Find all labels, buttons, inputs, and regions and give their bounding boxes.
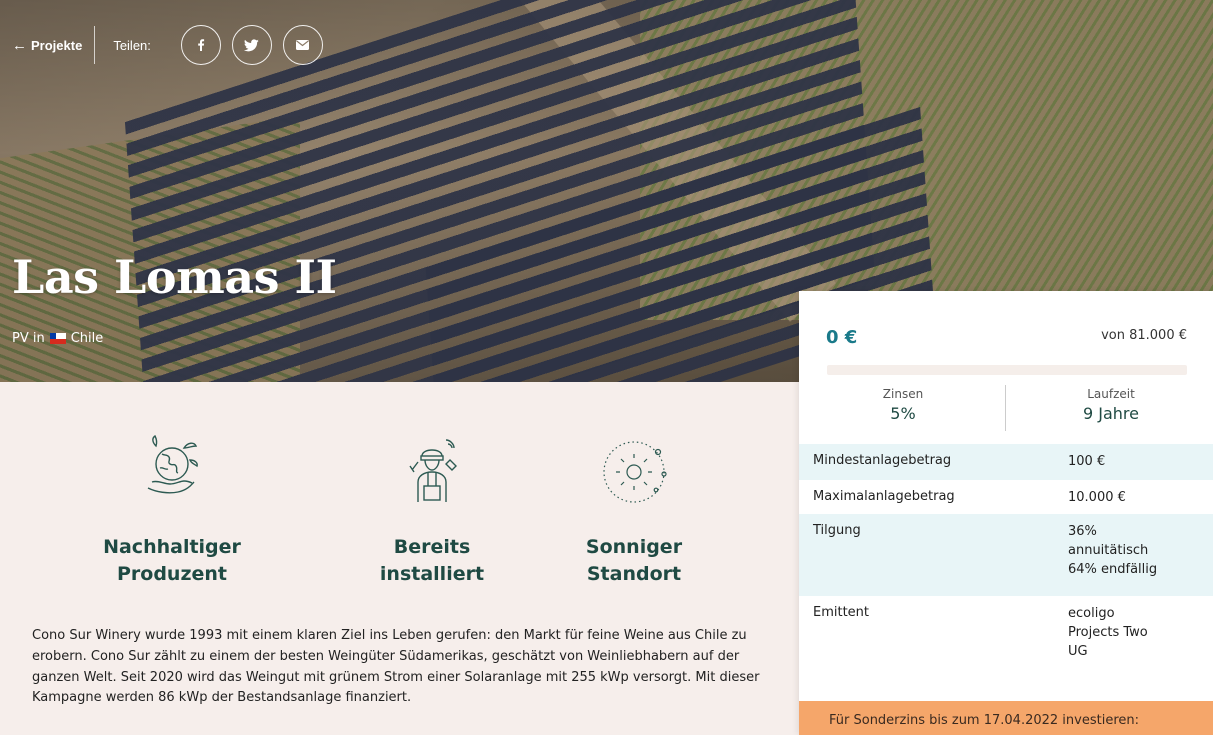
detail-value: 100 € <box>1068 454 1106 469</box>
issuer-line: UG <box>1068 643 1088 659</box>
feature-label-line1: Sonniger <box>585 536 683 558</box>
top-nav: ← Projekte Teilen: <box>12 25 334 65</box>
project-subtitle: PV in Chile <box>12 331 103 346</box>
issuer-line: ecoligo <box>1068 606 1115 621</box>
share-twitter-button[interactable] <box>231 25 272 65</box>
investment-panel: 0 € von 81.000 € Zinsen 5% Laufzeit 9 Ja… <box>799 291 1213 735</box>
invest-cta-banner[interactable]: Für Sonderzins bis zum 17.04.2022 invest… <box>799 701 1213 735</box>
mail-icon <box>296 40 310 50</box>
share-facebook-button[interactable] <box>180 25 221 65</box>
feature-label-line2: Standort <box>586 562 682 585</box>
key-stats: Zinsen 5% Laufzeit 9 Jahre <box>799 379 1213 443</box>
detail-row-maximum: Maximalanlagebetrag 10.000 € <box>799 480 1213 514</box>
feature-label-line2: installiert <box>379 562 485 585</box>
stat-divider <box>1005 385 1006 431</box>
funding-progress-bar <box>827 365 1187 375</box>
term-value: 9 Jahre <box>1083 404 1139 423</box>
funding-target: von 81.000 € <box>1101 328 1187 343</box>
project-title: Las Lomas II <box>12 250 337 304</box>
arrow-left-icon: ← <box>12 36 27 54</box>
repay-line: 36% <box>1068 524 1097 539</box>
term-stat: Laufzeit 9 Jahre <box>1021 387 1201 423</box>
issuer-line: Projects Two <box>1068 624 1148 640</box>
twitter-icon <box>244 38 260 51</box>
term-label: Laufzeit <box>1087 387 1135 401</box>
facebook-icon <box>198 39 204 51</box>
interest-value: 5% <box>890 404 916 423</box>
feature-sustainable-producer: Nachhaltiger Produzent <box>72 430 272 588</box>
detail-row-repayment: Tilgung 36% annuitätisch 64% endfällig <box>799 514 1213 596</box>
globe-hand-icon <box>147 434 198 494</box>
worker-icon <box>409 439 457 502</box>
feature-highlights: Nachhaltiger Produzent Bereits installie… <box>60 430 740 600</box>
raised-amount: 0 € <box>826 327 858 348</box>
feature-label-line1: Bereits <box>393 536 471 558</box>
feature-label-line2: Produzent <box>116 562 228 585</box>
detail-label: Mindestanlagebetrag <box>813 453 952 468</box>
detail-label: Emittent <box>813 605 870 620</box>
share-email-button[interactable] <box>282 25 323 65</box>
share-label: Teilen: <box>113 37 151 53</box>
funding-summary: 0 € von 81.000 € <box>799 291 1213 371</box>
feature-sunny-location: Sonniger Standort <box>534 430 734 588</box>
feature-label-line1: Nachhaltiger <box>103 536 241 558</box>
sun-icon <box>603 441 667 503</box>
detail-value: ecoligo Projects Two UG <box>1068 596 1198 692</box>
repay-line: 64% endfällig <box>1068 561 1158 577</box>
detail-row-minimum: Mindestanlagebetrag 100 € <box>799 444 1213 480</box>
project-description: Cono Sur Winery wurde 1993 mit einem kla… <box>32 628 760 706</box>
back-label: Projekte <box>31 37 83 53</box>
project-country: Chile <box>70 331 104 346</box>
feature-already-installed: Bereits installiert <box>332 430 532 588</box>
project-type: PV in <box>12 331 45 346</box>
repay-line: annuitätisch <box>1068 542 1149 558</box>
back-to-projects-link[interactable]: ← Projekte <box>12 38 82 53</box>
detail-label: Tilgung <box>813 523 861 538</box>
divider <box>94 26 96 64</box>
chile-flag-icon <box>49 333 66 344</box>
interest-stat: Zinsen 5% <box>813 387 993 423</box>
detail-label: Maximalanlagebetrag <box>813 489 955 504</box>
detail-row-issuer: Emittent ecoligo Projects Two UG <box>799 596 1213 692</box>
detail-value: 36% annuitätisch 64% endfällig <box>1068 514 1198 596</box>
detail-value: 10.000 € <box>1068 490 1126 505</box>
interest-label: Zinsen <box>882 387 924 401</box>
investment-details: Mindestanlagebetrag 100 € Maximalanlageb… <box>799 444 1213 692</box>
